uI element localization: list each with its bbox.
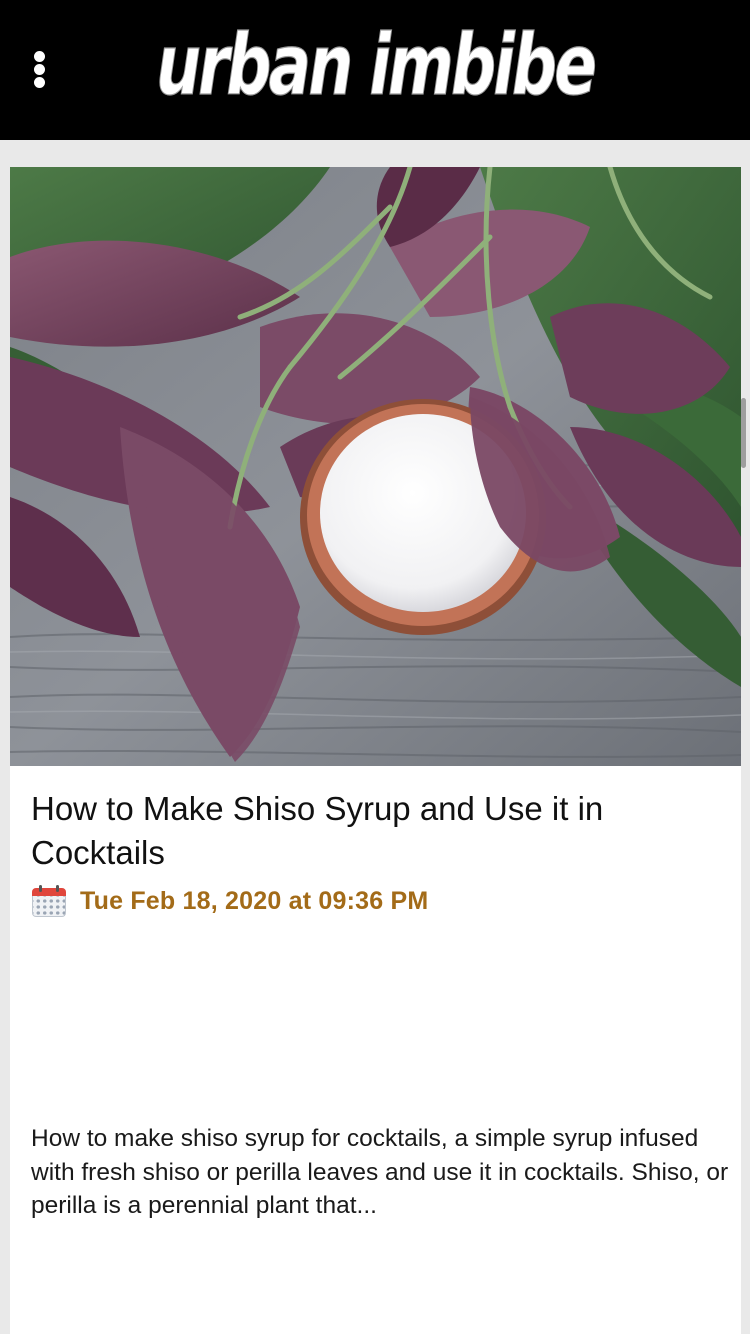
- hero-image[interactable]: [10, 167, 741, 766]
- post-title[interactable]: How to Make Shiso Syrup and Use it in Co…: [31, 787, 721, 875]
- menu-dot: [34, 51, 45, 62]
- scrollbar[interactable]: [741, 398, 746, 468]
- menu-dot: [34, 64, 45, 75]
- menu-dot: [34, 77, 45, 88]
- site-logo[interactable]: urban imbibe: [150, 22, 600, 122]
- logo-text: urban imbibe: [156, 22, 595, 114]
- app-screen: urban imbibe How to Make Shiso Syrup and…: [0, 0, 750, 1334]
- post-meta: Tue Feb 18, 2020 at 09:36 PM: [32, 881, 428, 921]
- post-excerpt: How to make shiso syrup for cocktails, a…: [31, 1125, 729, 1219]
- calendar-icon: [32, 885, 66, 917]
- post-date: Tue Feb 18, 2020 at 09:36 PM: [80, 886, 429, 915]
- vertical-dots-icon[interactable]: [22, 44, 58, 94]
- post-card[interactable]: How to Make Shiso Syrup and Use it in Co…: [10, 167, 741, 1334]
- top-bar: urban imbibe: [0, 0, 750, 140]
